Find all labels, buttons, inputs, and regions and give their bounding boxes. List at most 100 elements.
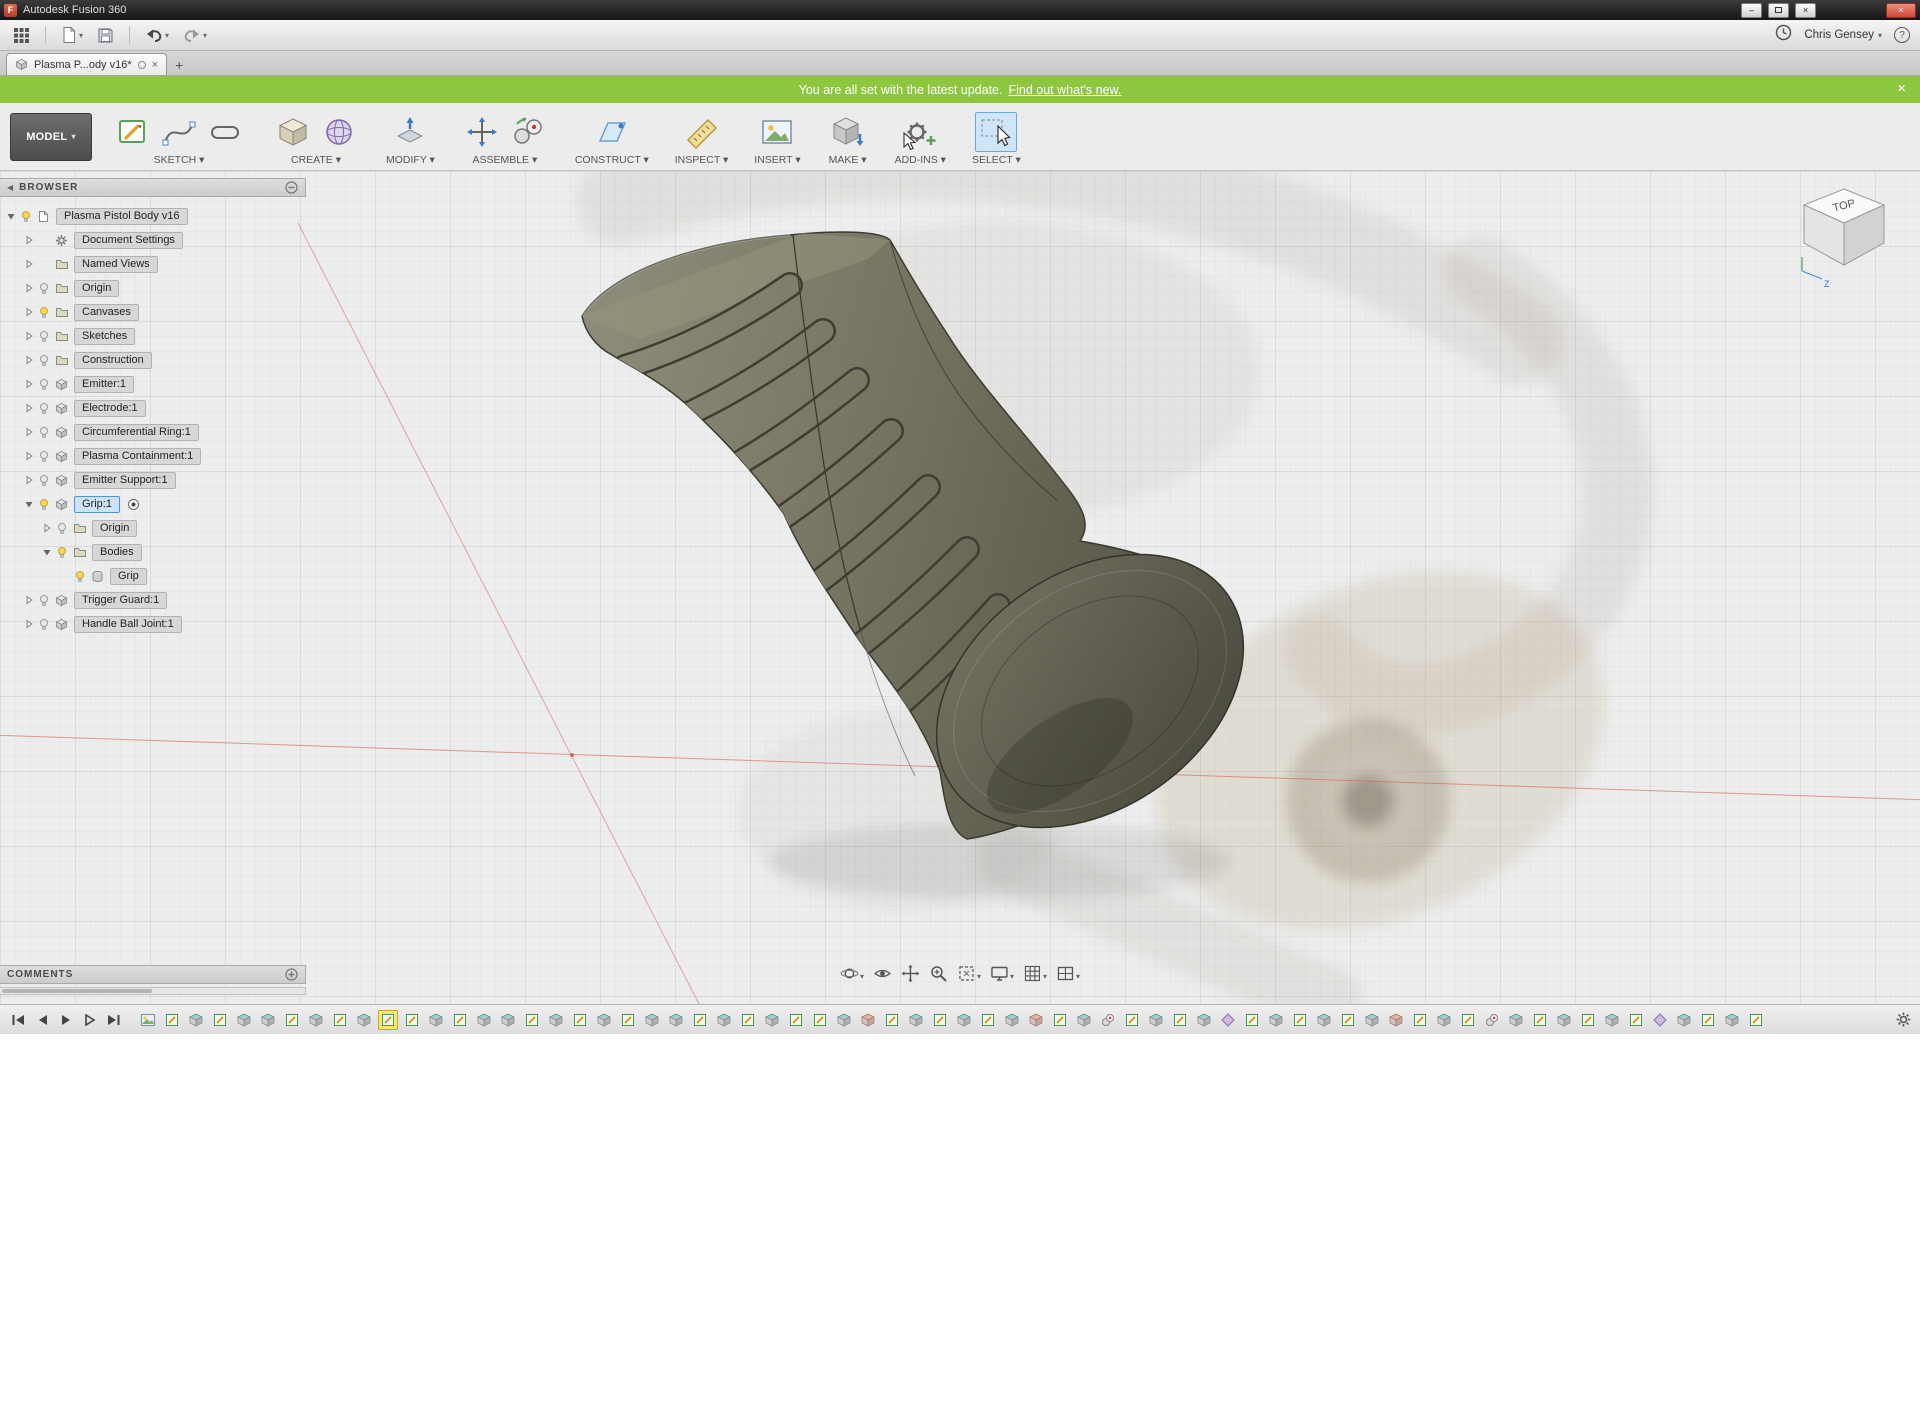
timeline-feature-rv-icon[interactable]: [1386, 1010, 1406, 1030]
browser-node-named-views[interactable]: Named Views: [0, 252, 306, 276]
browser-node-circumferential-ring-1[interactable]: Circumferential Ring:1: [0, 420, 306, 444]
visibility-toggle[interactable]: [56, 546, 70, 559]
go-to-end-button[interactable]: [104, 1010, 124, 1030]
expand-toggle[interactable]: [24, 595, 35, 605]
timeline-feature-ft-icon[interactable]: [354, 1010, 374, 1030]
tool-cursor-icon[interactable]: [975, 112, 1017, 152]
job-status-button[interactable]: [1775, 24, 1792, 46]
expand-toggle[interactable]: [42, 523, 53, 533]
timeline-feature-ft-icon[interactable]: [1314, 1010, 1334, 1030]
visibility-toggle[interactable]: [38, 282, 52, 295]
timeline-feature-sk-icon[interactable]: [402, 1010, 422, 1030]
visibility-toggle[interactable]: [38, 498, 52, 511]
expand-toggle[interactable]: [24, 331, 35, 341]
timeline-feature-ft-icon[interactable]: [954, 1010, 974, 1030]
visibility-toggle[interactable]: [38, 402, 52, 415]
look-at-tool[interactable]: [871, 963, 894, 989]
expand-toggle[interactable]: [42, 547, 53, 557]
app-launcher-icon[interactable]: [10, 25, 33, 46]
timeline-feature-sk-icon[interactable]: [1698, 1010, 1718, 1030]
close-button[interactable]: ×: [1886, 3, 1916, 18]
timeline-feature-sk-icon[interactable]: [282, 1010, 302, 1030]
timeline-feature-mr-icon[interactable]: [1650, 1010, 1670, 1030]
expand-toggle[interactable]: [24, 619, 35, 629]
timeline-feature-sk-icon[interactable]: [1458, 1010, 1478, 1030]
tool-slot-icon[interactable]: [204, 112, 246, 152]
timeline-feature-rv-icon[interactable]: [858, 1010, 878, 1030]
timeline-feature-ft-icon[interactable]: [1674, 1010, 1694, 1030]
viewport-canvas[interactable]: TOP Z ◀ BROWSER Plasma Pistol Body v16Do…: [0, 171, 1920, 1004]
view-cube[interactable]: TOP Z: [1794, 179, 1898, 291]
ribbon-group-label-add-ins[interactable]: ADD-INS ▾: [895, 154, 946, 166]
timeline-feature-sk-icon[interactable]: [522, 1010, 542, 1030]
tool-make-icon[interactable]: [827, 112, 869, 152]
timeline-feature-sk-icon[interactable]: [330, 1010, 350, 1030]
timeline-feature-ft-icon[interactable]: [1194, 1010, 1214, 1030]
undo-button[interactable]: ▾: [142, 25, 172, 45]
timeline-feature-sk-icon[interactable]: [1410, 1010, 1430, 1030]
file-menu-button[interactable]: ▾: [58, 24, 86, 46]
inner-close-button[interactable]: ×: [1795, 3, 1816, 18]
timeline-feature-sk-icon[interactable]: [1746, 1010, 1766, 1030]
tab-close-icon[interactable]: ×: [152, 59, 158, 71]
timeline-feature-cv-icon[interactable]: [138, 1010, 158, 1030]
viewports-tool[interactable]: ▾: [1054, 963, 1082, 989]
expand-toggle[interactable]: [24, 259, 35, 269]
ribbon-group-label-create[interactable]: CREATE ▾: [291, 154, 341, 166]
timeline-feature-sk-icon[interactable]: [1170, 1010, 1190, 1030]
timeline-feature-sk-icon[interactable]: [786, 1010, 806, 1030]
timeline-feature-ft-icon[interactable]: [762, 1010, 782, 1030]
timeline-feature-sk-icon[interactable]: [1338, 1010, 1358, 1030]
ribbon-group-label-insert[interactable]: INSERT ▾: [754, 154, 800, 166]
timeline-feature-sk-icon[interactable]: [1242, 1010, 1262, 1030]
visibility-toggle[interactable]: [56, 522, 70, 535]
step-forward-button[interactable]: [80, 1010, 100, 1030]
user-menu[interactable]: Chris Gensey▾: [1804, 29, 1882, 41]
timeline-feature-sk-icon[interactable]: [1122, 1010, 1142, 1030]
collapse-panel-icon[interactable]: ◀: [7, 183, 13, 192]
minimize-button[interactable]: –: [1741, 3, 1762, 18]
comments-expand-icon[interactable]: [285, 968, 298, 981]
redo-button[interactable]: ▾: [180, 25, 210, 45]
banner-link[interactable]: Find out what's new.: [1008, 83, 1121, 97]
timeline-feature-sk-icon[interactable]: [690, 1010, 710, 1030]
document-tab[interactable]: Plasma P...ody v16* ×: [6, 53, 167, 75]
visibility-toggle[interactable]: [38, 426, 52, 439]
timeline-feature-ft-icon[interactable]: [474, 1010, 494, 1030]
timeline-feature-jt-icon[interactable]: [1482, 1010, 1502, 1030]
visibility-toggle[interactable]: [38, 618, 52, 631]
banner-close-icon[interactable]: ×: [1897, 80, 1906, 97]
timeline-feature-ft-icon[interactable]: [906, 1010, 926, 1030]
tool-form-icon[interactable]: [318, 112, 360, 152]
browser-node-handle-ball-joint-1[interactable]: Handle Ball Joint:1: [0, 612, 306, 636]
ribbon-group-label-assemble[interactable]: ASSEMBLE ▾: [472, 154, 537, 166]
expand-toggle[interactable]: [24, 379, 35, 389]
browser-node-construction[interactable]: Construction: [0, 348, 306, 372]
timeline-settings-gear-icon[interactable]: [1895, 1011, 1912, 1028]
go-to-start-button[interactable]: [8, 1010, 28, 1030]
activate-component-radio[interactable]: [127, 498, 140, 511]
comments-header[interactable]: COMMENTS: [0, 965, 306, 984]
step-back-button[interactable]: [32, 1010, 52, 1030]
tool-presspull-icon[interactable]: [389, 112, 431, 152]
timeline-feature-sk-icon[interactable]: [738, 1010, 758, 1030]
timeline-feature-sk-icon[interactable]: [378, 1010, 398, 1030]
browser-node-grip[interactable]: Grip: [0, 564, 306, 588]
browser-node-grip-1[interactable]: Grip:1: [0, 492, 306, 516]
timeline-feature-sk-icon[interactable]: [450, 1010, 470, 1030]
display-settings-tool[interactable]: ▾: [988, 963, 1016, 989]
ribbon-group-label-modify[interactable]: MODIFY ▾: [386, 154, 435, 166]
expand-toggle[interactable]: [24, 451, 35, 461]
timeline-feature-ft-icon[interactable]: [714, 1010, 734, 1030]
timeline-feature-rv-icon[interactable]: [1026, 1010, 1046, 1030]
timeline-feature-ft-icon[interactable]: [1362, 1010, 1382, 1030]
visibility-toggle[interactable]: [38, 354, 52, 367]
browser-node-trigger-guard-1[interactable]: Trigger Guard:1: [0, 588, 306, 612]
timeline-feature-ft-icon[interactable]: [306, 1010, 326, 1030]
ribbon-group-label-sketch[interactable]: SKETCH ▾: [154, 154, 205, 166]
visibility-toggle[interactable]: [38, 378, 52, 391]
tool-joint-icon[interactable]: [507, 112, 549, 152]
visibility-toggle[interactable]: [20, 210, 34, 223]
timeline-feature-jt-icon[interactable]: [1098, 1010, 1118, 1030]
browser-node-origin[interactable]: Origin: [0, 276, 306, 300]
